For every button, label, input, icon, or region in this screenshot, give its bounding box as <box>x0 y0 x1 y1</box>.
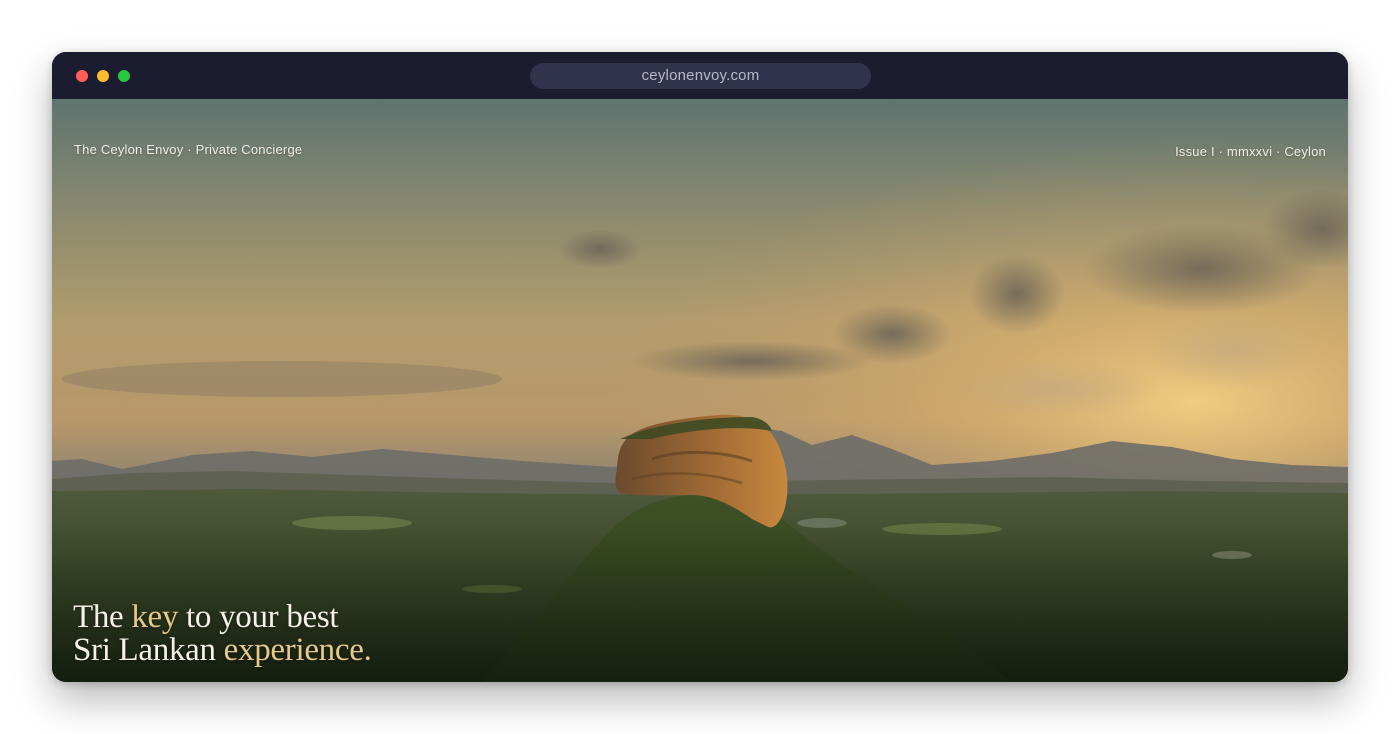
headline-accent-word: key <box>131 599 179 635</box>
headline-text: Sri Lankan <box>73 632 224 668</box>
address-bar[interactable]: ceylonenvoy.com <box>530 63 871 89</box>
brand-label: The Ceylon Envoy · Private Concierge <box>74 142 303 157</box>
headline-line-1: The key to your best <box>73 601 372 634</box>
window-titlebar: ceylonenvoy.com <box>52 52 1348 99</box>
headline-accent-word: experience. <box>223 632 372 668</box>
browser-window: ceylonenvoy.com The Ceylon Envoy · Priva… <box>52 52 1348 682</box>
headline-text: to your best <box>178 599 339 635</box>
minimize-window-button[interactable] <box>97 70 109 82</box>
hero-landscape-image <box>52 99 1348 682</box>
maximize-window-button[interactable] <box>118 70 130 82</box>
hero-headline: The key to your best Sri Lankan experien… <box>73 601 372 667</box>
headline-line-2: Sri Lankan experience. <box>73 634 372 667</box>
issue-label: Issue I · mmxxvi · Ceylon <box>1175 144 1326 159</box>
page: ceylonenvoy.com The Ceylon Envoy · Priva… <box>0 0 1400 734</box>
headline-text: The <box>73 599 132 635</box>
close-window-button[interactable] <box>76 70 88 82</box>
hero-section: The Ceylon Envoy · Private Concierge Iss… <box>52 99 1348 682</box>
